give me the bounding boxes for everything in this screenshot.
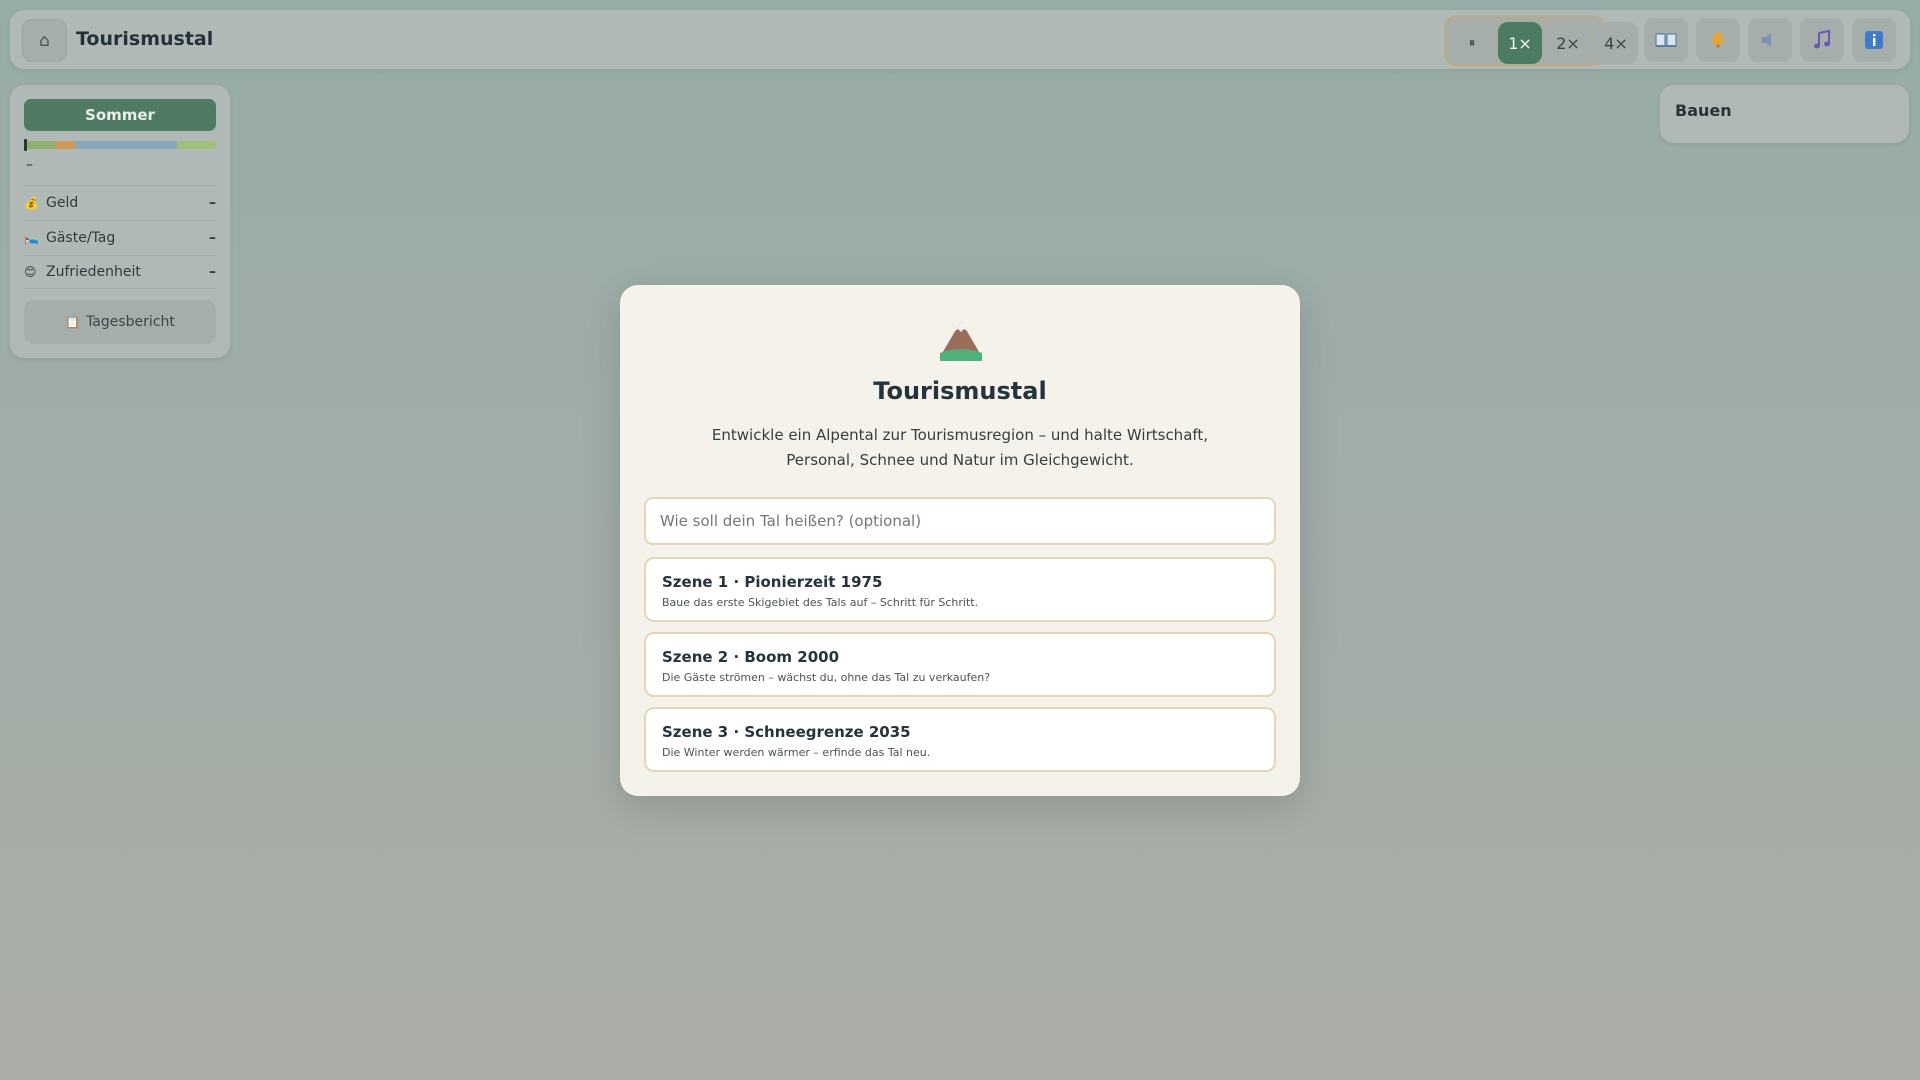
scene-description: Baue das erste Skigebiet des Tals auf – … (662, 596, 979, 609)
info-button[interactable] (1852, 18, 1896, 62)
dialog-description: Entwickle ein Alpental zur Tourismusregi… (711, 426, 1209, 469)
daily-report-button[interactable]: 📋 Tagesbericht (24, 300, 216, 344)
stat-row-money: 💰 Geld – (24, 185, 216, 219)
build-panel-title: Bauen (1675, 101, 1732, 120)
notifications-button[interactable] (1696, 18, 1740, 62)
status-panel: Sommer – 💰 Geld – 🛌 Gäste/Tag – 😊 Zufrie… (10, 85, 230, 358)
speed-2x-button[interactable]: 2× (1546, 22, 1590, 64)
stat-value: – (209, 229, 216, 246)
scene-description: Die Gäste strömen – wächst du, ohne das … (662, 671, 991, 684)
stat-label: Zufriedenheit (46, 264, 141, 280)
speed-controls: ⏸ 1× 2× 4× (1444, 15, 1638, 66)
money-bag-icon: 💰 (24, 195, 39, 210)
mountain-icon (940, 321, 982, 361)
pause-button[interactable]: ⏸ (1450, 22, 1494, 64)
season-progress-bar (24, 141, 216, 149)
valley-name-input[interactable] (644, 497, 1276, 545)
app-title: Tourismustal (76, 28, 214, 50)
pause-icon: ⏸ (1468, 35, 1476, 51)
speed-1x-button[interactable]: 1× (1498, 22, 1542, 64)
clipboard-icon: 📋 (65, 315, 81, 329)
scene-title: Szene 3 · Schneegrenze 2035 (662, 723, 911, 741)
date-display: – (26, 157, 33, 173)
season-marker (24, 139, 27, 151)
music-icon (1814, 30, 1830, 49)
scene-2-button[interactable]: Szene 2 · Boom 2000 Die Gäste strömen – … (644, 632, 1276, 697)
stat-value: – (209, 264, 216, 280)
book-icon (1655, 33, 1677, 47)
guide-button[interactable] (1644, 18, 1688, 62)
bed-icon: 🛌 (24, 230, 39, 245)
stat-row-guests: 🛌 Gäste/Tag – (24, 220, 216, 254)
scene-description: Die Winter werden wärmer – erfinde das T… (662, 746, 931, 759)
home-icon: ⌂ (39, 30, 50, 51)
bell-icon (1712, 32, 1724, 48)
dialog-title: Tourismustal (873, 377, 1047, 405)
daily-report-label: Tagesbericht (86, 314, 175, 330)
build-panel: Bauen (1660, 85, 1909, 143)
music-button[interactable] (1800, 18, 1844, 62)
top-bar: ⌂ Tourismustal ⏸ 1× 2× 4× (10, 10, 1910, 69)
stat-value: – (209, 194, 216, 211)
stat-label: Gäste/Tag (46, 229, 116, 246)
speaker-icon (1762, 33, 1777, 47)
speed-4x-button[interactable]: 4× (1594, 22, 1638, 64)
sound-button[interactable] (1748, 18, 1792, 62)
scene-title: Szene 2 · Boom 2000 (662, 648, 840, 666)
start-dialog: Tourismustal Entwickle ein Alpental zur … (620, 285, 1300, 796)
scene-3-button[interactable]: Szene 3 · Schneegrenze 2035 Die Winter w… (644, 707, 1276, 772)
stat-row-satisfaction: 😊 Zufriedenheit – (24, 255, 216, 289)
season-badge: Sommer (24, 99, 216, 131)
scene-1-button[interactable]: Szene 1 · Pionierzeit 1975 Baue das erst… (644, 557, 1276, 622)
info-icon (1865, 31, 1883, 49)
home-button[interactable]: ⌂ (22, 19, 67, 62)
scene-title: Szene 1 · Pionierzeit 1975 (662, 573, 883, 591)
stat-label: Geld (46, 194, 79, 211)
smile-icon: 😊 (24, 265, 37, 279)
